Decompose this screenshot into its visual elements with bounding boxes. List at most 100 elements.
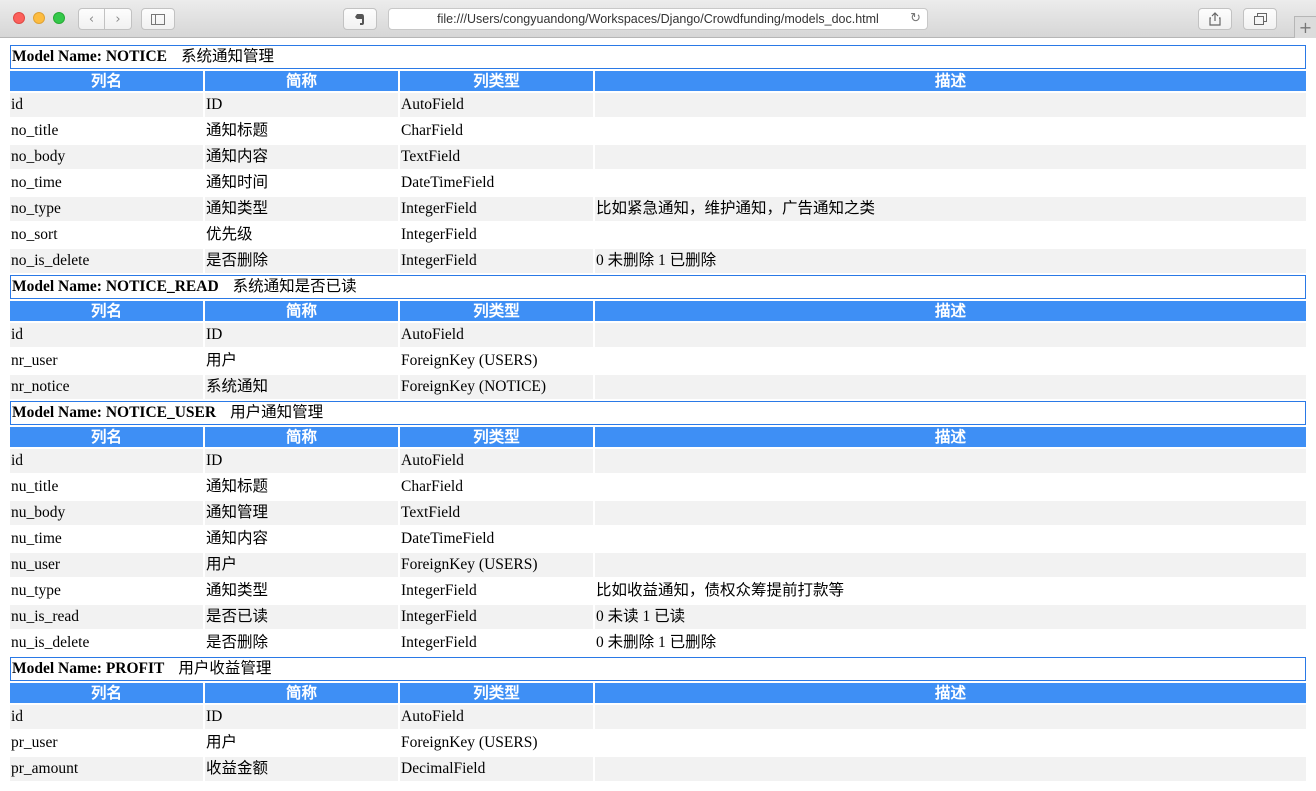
cell-column-name: no_body (10, 145, 203, 169)
cell-column-type: IntegerField (400, 579, 593, 603)
cell-description (595, 449, 1306, 473)
tabs-overview-icon (1253, 13, 1267, 25)
cell-column-type: ForeignKey (USERS) (400, 349, 593, 373)
chevron-right-icon: › (115, 11, 121, 27)
cell-column-type: IntegerField (400, 249, 593, 273)
cell-column-name: pr_amount (10, 757, 203, 781)
cell-column-type: DateTimeField (400, 171, 593, 195)
cell-short-name: ID (205, 93, 398, 117)
cell-short-name: 通知管理 (205, 501, 398, 525)
cell-column-name: nu_type (10, 579, 203, 603)
cell-short-name: 是否删除 (205, 631, 398, 655)
table-row: no_sort 优先级 IntegerField (10, 223, 1306, 247)
cell-short-name: 是否删除 (205, 249, 398, 273)
cell-column-type: ForeignKey (USERS) (400, 553, 593, 577)
model-section: Model Name: NOTICE_READ 系统通知是否已读 列名 简称 列类型 描述… (10, 275, 1306, 401)
table-row: id ID AutoField (10, 323, 1306, 347)
cell-column-type: IntegerField (400, 223, 593, 247)
cell-column-name: nu_time (10, 527, 203, 551)
table-row: nu_is_delete 是否删除 IntegerField 0 未删除 1 已删除 (10, 631, 1306, 655)
table-row: no_is_delete 是否删除 IntegerField 0 未删除 1 已删除 (10, 249, 1306, 273)
cell-column-type: CharField (400, 119, 593, 143)
zoom-window-button[interactable] (53, 12, 65, 24)
cell-description (595, 323, 1306, 347)
table-row: id ID AutoField (10, 449, 1306, 473)
header-short-name: 简称 (205, 71, 398, 91)
table-row: nu_user 用户 ForeignKey (USERS) (10, 553, 1306, 577)
cell-column-name: no_sort (10, 223, 203, 247)
cell-description: 比如收益通知，债权众筹提前打款等 (595, 579, 1306, 603)
cell-column-type: TextField (400, 145, 593, 169)
header-description: 描述 (595, 71, 1306, 91)
cell-short-name: 是否已读 (205, 605, 398, 629)
table-row: nu_body 通知管理 TextField (10, 501, 1306, 525)
cell-short-name: 通知类型 (205, 197, 398, 221)
cell-short-name: 通知内容 (205, 527, 398, 551)
cell-column-name: nu_title (10, 475, 203, 499)
cell-column-name: no_time (10, 171, 203, 195)
cell-column-name: id (10, 93, 203, 117)
fields-table: 列名 简称 列类型 描述 id ID AutoField nu_title 通知标题 CharFi… (8, 425, 1308, 657)
header-description: 描述 (595, 683, 1306, 703)
cell-description (595, 527, 1306, 551)
show-tabs-button[interactable] (1243, 8, 1277, 30)
model-header: Model Name: PROFIT 用户收益管理 (10, 657, 1306, 681)
header-description: 描述 (595, 301, 1306, 321)
cell-column-type: DecimalField (400, 757, 593, 781)
model-name: Model Name: PROFIT (12, 660, 165, 677)
header-column-type: 列类型 (400, 683, 593, 703)
cell-column-name: nu_body (10, 501, 203, 525)
close-window-button[interactable] (13, 12, 25, 24)
share-button[interactable] (1198, 8, 1232, 30)
cell-column-name: nr_notice (10, 375, 203, 399)
cell-short-name: 通知类型 (205, 579, 398, 603)
cell-column-type: ForeignKey (NOTICE) (400, 375, 593, 399)
reload-icon[interactable]: ↻ (910, 11, 921, 26)
cell-column-name: no_is_delete (10, 249, 203, 273)
header-description: 描述 (595, 427, 1306, 447)
table-row: no_title 通知标题 CharField (10, 119, 1306, 143)
table-row: pr_amount 收益金额 DecimalField (10, 757, 1306, 781)
table-row: no_type 通知类型 IntegerField 比如紧急通知，维护通知，广告通知之… (10, 197, 1306, 221)
cell-description (595, 375, 1306, 399)
fields-table: 列名 简称 列类型 描述 id ID AutoField pr_user 用户 ForeignKe… (8, 681, 1308, 783)
cell-short-name: 通知标题 (205, 475, 398, 499)
table-row: nu_is_read 是否已读 IntegerField 0 未读 1 已读 (10, 605, 1306, 629)
cell-description (595, 475, 1306, 499)
cell-short-name: 用户 (205, 349, 398, 373)
cell-description (595, 223, 1306, 247)
new-tab-button[interactable]: + (1294, 16, 1316, 38)
model-description: 系统通知是否已读 (232, 278, 357, 295)
cell-column-name: no_title (10, 119, 203, 143)
cell-column-name: no_type (10, 197, 203, 221)
table-row: nr_user 用户 ForeignKey (USERS) (10, 349, 1306, 373)
table-header-row: 列名 简称 列类型 描述 (10, 71, 1306, 91)
model-section: Model Name: PROFIT 用户收益管理 列名 简称 列类型 描述 id ID Aut… (10, 657, 1306, 783)
share-icon (1209, 12, 1221, 26)
model-name: Model Name: NOTICE (12, 48, 167, 65)
minimize-window-button[interactable] (33, 12, 45, 24)
cell-description: 比如紧急通知，维护通知，广告通知之类 (595, 197, 1306, 221)
evernote-extension-button[interactable] (343, 8, 377, 30)
table-header-row: 列名 简称 列类型 描述 (10, 683, 1306, 703)
cell-description (595, 757, 1306, 781)
cell-description (595, 93, 1306, 117)
back-button[interactable]: ‹ (78, 8, 105, 30)
model-header: Model Name: NOTICE 系统通知管理 (10, 45, 1306, 69)
cell-column-name: pr_user (10, 731, 203, 755)
cell-column-type: IntegerField (400, 605, 593, 629)
table-row: nu_title 通知标题 CharField (10, 475, 1306, 499)
cell-description: 0 未删除 1 已删除 (595, 631, 1306, 655)
address-bar[interactable]: file:///Users/congyuandong/Workspaces/Dj… (388, 8, 928, 30)
forward-button[interactable]: › (105, 8, 132, 30)
cell-description (595, 145, 1306, 169)
cell-short-name: 通知内容 (205, 145, 398, 169)
cell-short-name: 通知时间 (205, 171, 398, 195)
model-section: Model Name: NOTICE 系统通知管理 列名 简称 列类型 描述 id ID Aut… (10, 45, 1306, 275)
cell-description (595, 731, 1306, 755)
cell-short-name: 优先级 (205, 223, 398, 247)
history-nav: ‹ › (78, 8, 132, 30)
sidebar-toggle-button[interactable] (141, 8, 175, 30)
cell-column-type: AutoField (400, 705, 593, 729)
cell-column-name: nr_user (10, 349, 203, 373)
